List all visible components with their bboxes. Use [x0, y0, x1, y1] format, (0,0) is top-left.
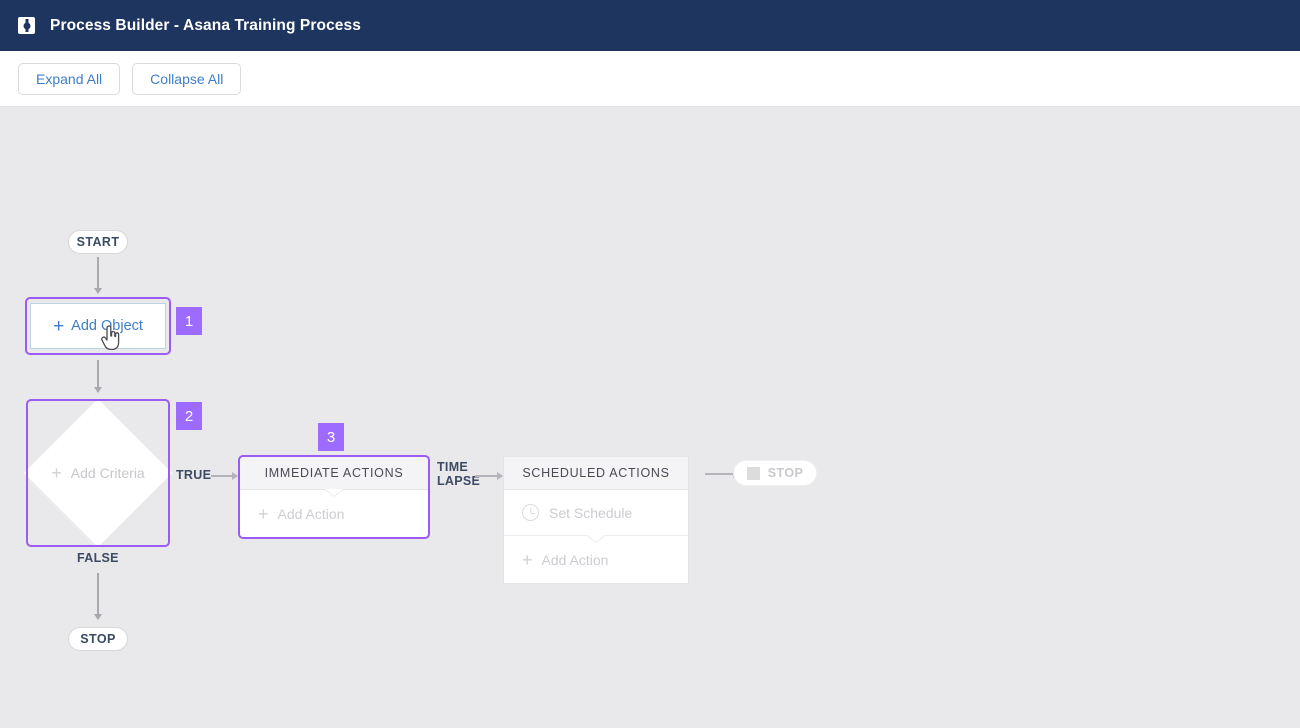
connector-true-to-immediate: [211, 475, 237, 477]
set-schedule-label: Set Schedule: [549, 505, 632, 521]
stop-node-false[interactable]: STOP: [68, 627, 128, 651]
immediate-add-action-label: Add Action: [278, 506, 345, 522]
set-schedule-row[interactable]: Set Schedule: [504, 490, 688, 536]
scheduled-add-action-label: Add Action: [542, 552, 609, 568]
time-lapse-line2: LAPSE: [437, 474, 480, 488]
connector-timelapse-to-scheduled: [475, 475, 502, 477]
clock-icon: [522, 504, 539, 521]
immediate-actions-panel[interactable]: IMMEDIATE ACTIONS + Add Action: [240, 457, 428, 537]
time-lapse-label: TIME LAPSE: [437, 460, 480, 488]
process-canvas: START + Add Object 1 + Add Criteria 2 TR…: [0, 107, 1300, 728]
scheduled-add-action-row[interactable]: + Add Action: [504, 536, 688, 583]
page-title: Process Builder - Asana Training Process: [50, 17, 361, 35]
plus-icon: +: [522, 551, 533, 569]
immediate-actions-title: IMMEDIATE ACTIONS: [240, 457, 428, 490]
expand-all-button[interactable]: Expand All: [18, 63, 120, 95]
add-object-node[interactable]: + Add Object: [30, 303, 166, 349]
connector-false-to-stop: [97, 573, 99, 619]
scheduled-actions-panel[interactable]: SCHEDULED ACTIONS Set Schedule + Add Act…: [504, 457, 688, 583]
toolbar: Expand All Collapse All: [0, 51, 1300, 107]
connector-start-to-object: [97, 257, 99, 293]
notch-shape: [587, 535, 605, 542]
immediate-add-action-row[interactable]: + Add Action: [240, 490, 428, 537]
plus-icon: +: [258, 505, 269, 523]
badge-3: 3: [318, 423, 344, 451]
scheduled-actions-title: SCHEDULED ACTIONS: [504, 457, 688, 490]
plus-icon: +: [53, 317, 64, 336]
notch-shape: [325, 489, 343, 496]
start-node[interactable]: START: [68, 230, 128, 254]
connector-object-to-criteria: [97, 360, 99, 392]
add-object-label: Add Object: [71, 318, 143, 334]
badge-2: 2: [176, 402, 202, 430]
time-lapse-line1: TIME: [437, 460, 480, 474]
add-criteria-node[interactable]: + Add Criteria: [26, 399, 170, 547]
stop-label: STOP: [768, 466, 803, 480]
true-branch-label: TRUE: [176, 468, 211, 482]
process-builder-icon: [18, 17, 35, 34]
badge-1: 1: [176, 307, 202, 335]
app-header: Process Builder - Asana Training Process: [0, 0, 1300, 51]
collapse-all-button[interactable]: Collapse All: [132, 63, 241, 95]
criteria-diamond-shape: [24, 399, 171, 546]
stop-node-scheduled[interactable]: STOP: [733, 460, 817, 486]
stop-square-icon: [747, 467, 760, 480]
false-branch-label: FALSE: [77, 551, 119, 565]
